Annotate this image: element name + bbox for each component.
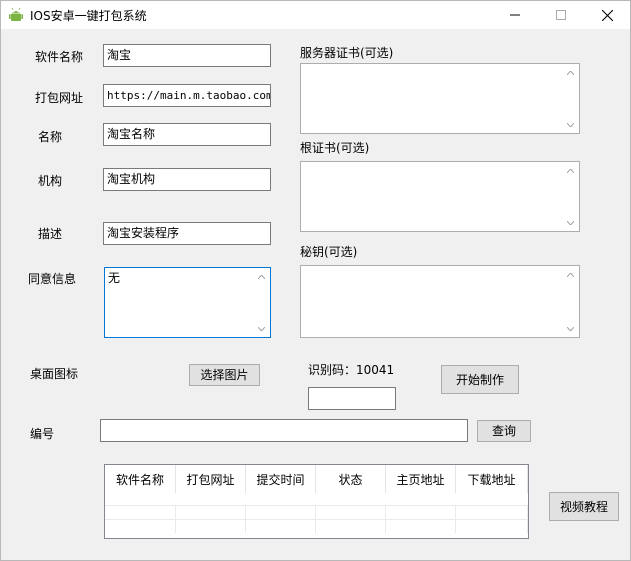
id-code-input[interactable]: [308, 387, 396, 410]
root-cert-textarea[interactable]: [300, 161, 580, 232]
consent-scrollbar[interactable]: [253, 268, 270, 337]
consent-text: 无: [108, 271, 121, 285]
number-input[interactable]: [100, 419, 468, 442]
table-cell[interactable]: [456, 506, 528, 519]
close-button[interactable]: [584, 1, 630, 29]
desc-label: 描述: [38, 227, 63, 241]
table-header: 软件名称 打包网址 提交时间 状态 主页地址 下载地址: [105, 465, 528, 493]
name-label: 名称: [38, 130, 63, 144]
id-code-label: 识别码：10041: [308, 363, 395, 377]
number-label: 编号: [30, 427, 55, 441]
desktop-icon-label: 桌面图标: [30, 367, 79, 381]
close-icon: [601, 9, 613, 21]
minimize-button[interactable]: [492, 1, 538, 29]
table-cell[interactable]: [316, 520, 386, 533]
table-cell[interactable]: [105, 520, 176, 533]
table-cell[interactable]: [456, 520, 528, 533]
server-cert-label: 服务器证书(可选): [300, 46, 394, 60]
table-cell[interactable]: [386, 520, 456, 533]
table-cell[interactable]: [246, 506, 316, 519]
table-cell[interactable]: [176, 520, 246, 533]
scroll-down-icon[interactable]: [562, 214, 579, 231]
title-bar[interactable]: IOS安卓一键打包系统: [1, 1, 630, 29]
name-input[interactable]: 淘宝名称: [103, 123, 271, 146]
column-header-download-url[interactable]: 下载地址: [456, 465, 528, 493]
maximize-icon: [556, 10, 566, 20]
scroll-up-icon[interactable]: [253, 268, 270, 285]
column-header-software-name[interactable]: 软件名称: [105, 465, 176, 493]
results-table[interactable]: 软件名称 打包网址 提交时间 状态 主页地址 下载地址: [104, 464, 529, 539]
table-cell[interactable]: [386, 506, 456, 519]
root-cert-scrollbar[interactable]: [562, 162, 579, 231]
scroll-down-icon[interactable]: [253, 320, 270, 337]
scroll-up-icon[interactable]: [562, 64, 579, 81]
column-header-status[interactable]: 状态: [316, 465, 386, 493]
query-button[interactable]: 查询: [477, 420, 531, 442]
minimize-icon: [510, 14, 520, 16]
maximize-button[interactable]: [538, 1, 584, 29]
column-header-submit-time[interactable]: 提交时间: [246, 465, 316, 493]
table-cell[interactable]: [316, 506, 386, 519]
column-header-package-url[interactable]: 打包网址: [176, 465, 246, 493]
package-url-input[interactable]: https://main.m.taobao.com/: [103, 84, 271, 107]
column-header-homepage-url[interactable]: 主页地址: [386, 465, 456, 493]
server-cert-scrollbar[interactable]: [562, 64, 579, 133]
table-row[interactable]: [105, 519, 528, 533]
desc-input[interactable]: 淘宝安装程序: [103, 222, 271, 245]
table-cell[interactable]: [105, 506, 176, 519]
start-build-button[interactable]: 开始制作: [441, 365, 519, 394]
consent-label: 同意信息: [28, 272, 77, 286]
root-cert-label: 根证书(可选): [300, 141, 370, 155]
video-tutorial-button[interactable]: 视频教程: [549, 492, 619, 521]
table-cell[interactable]: [246, 520, 316, 533]
scroll-up-icon[interactable]: [562, 162, 579, 179]
org-label: 机构: [38, 174, 63, 188]
server-cert-textarea[interactable]: [300, 63, 580, 134]
main-window: IOS安卓一键打包系统 软件名称 淘宝 打包网址 https://main.m.…: [0, 0, 631, 561]
table-cell[interactable]: [176, 506, 246, 519]
secret-key-label: 秘钥(可选): [300, 245, 358, 259]
software-name-label: 软件名称: [35, 50, 84, 64]
scroll-down-icon[interactable]: [562, 116, 579, 133]
select-image-button[interactable]: 选择图片: [189, 364, 260, 386]
secret-key-scrollbar[interactable]: [562, 266, 579, 337]
package-url-label: 打包网址: [35, 91, 84, 105]
scroll-up-icon[interactable]: [562, 266, 579, 283]
software-name-input[interactable]: 淘宝: [103, 44, 271, 67]
consent-textarea[interactable]: 无: [104, 267, 271, 338]
window-title: IOS安卓一键打包系统: [30, 9, 147, 23]
table-row[interactable]: [105, 505, 528, 519]
org-input[interactable]: 淘宝机构: [103, 168, 271, 191]
android-app-icon: [9, 7, 23, 21]
scroll-down-icon[interactable]: [562, 320, 579, 337]
secret-key-textarea[interactable]: [300, 265, 580, 338]
